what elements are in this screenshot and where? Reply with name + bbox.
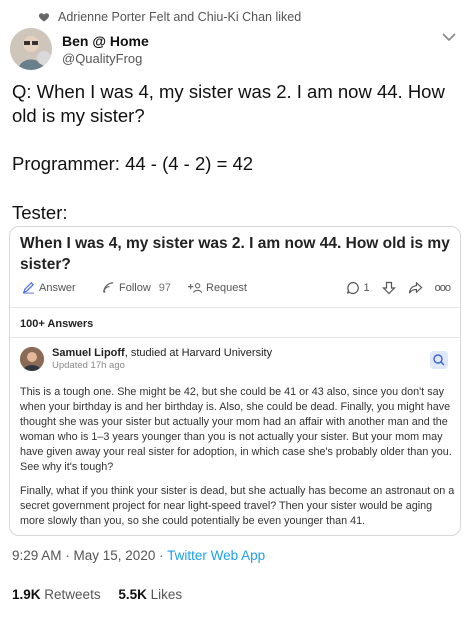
tweet-stats: 1.9K Retweets 5.5K Likes (12, 587, 182, 602)
question-actions: Answer Follow 97 Request 1 ooo (20, 281, 451, 297)
answerer-bio: , studied at Harvard University (124, 347, 273, 359)
comment-count: 1 (363, 282, 370, 294)
author-handle[interactable]: @QualityFrog (62, 51, 149, 66)
likes-stat[interactable]: 5.5K Likes (118, 587, 182, 602)
follow-label: Follow (119, 281, 151, 294)
answer-paragraph: This is a tough one. She might be 42, bu… (20, 386, 452, 473)
answer-body: This is a tough one. She might be 42, bu… (20, 385, 456, 535)
tweet-text-tester: Tester: (12, 202, 68, 223)
retweets-label: Retweets (44, 587, 101, 602)
answer-author: Samuel Lipoff, studied at Harvard Univer… (20, 347, 272, 371)
pencil-icon (22, 282, 35, 294)
likes-label: Likes (150, 587, 183, 602)
answer-label: Answer (39, 281, 76, 294)
comment-icon[interactable] (346, 281, 360, 295)
answerer-avatar[interactable] (20, 347, 44, 371)
answers-count: 100+ Answers (20, 318, 94, 330)
tweet-text-programmer: Programmer: 44 - (4 - 2) = 42 (12, 153, 254, 174)
divider (10, 337, 460, 338)
bookmark-badge-icon[interactable] (430, 351, 448, 369)
follow-icon (103, 282, 114, 293)
tweet-header: Ben @ Home @QualityFrog (10, 28, 149, 70)
divider (10, 307, 460, 308)
answer-updated: Updated 17h ago (52, 360, 125, 371)
question-title[interactable]: When I was 4, my sister was 2. I am now … (20, 233, 450, 275)
downvote-icon[interactable] (381, 281, 396, 295)
author-avatar[interactable] (10, 28, 52, 70)
author-name[interactable]: Ben @ Home (62, 33, 149, 49)
follow-button[interactable]: Follow 97 (102, 281, 171, 294)
tweet-text-question: Q: When I was 4, my sister was 2. I am n… (12, 81, 445, 126)
follow-count: 97 (158, 281, 172, 294)
tweet-timestamp: 9:29 AM · May 15, 2020 · Twitter Web App (12, 548, 265, 563)
request-label: Request (206, 281, 247, 294)
liked-by-text: Adrienne Porter Felt and Chiu-Ki Chan li… (58, 10, 302, 24)
request-icon (188, 283, 202, 293)
answer-button[interactable]: Answer (22, 281, 76, 294)
share-icon[interactable] (408, 281, 423, 295)
request-button[interactable]: Request (188, 281, 247, 294)
more-icon[interactable]: ooo (435, 282, 451, 294)
retweets-count: 1.9K (12, 587, 41, 602)
answer-paragraph: Finally, what if you think your sister i… (20, 485, 455, 527)
likes-count: 5.5K (118, 587, 147, 602)
tweet-time-date[interactable]: 9:29 AM · May 15, 2020 · (12, 548, 167, 563)
social-context: Adrienne Porter Felt and Chiu-Ki Chan li… (38, 10, 301, 24)
heart-icon (38, 13, 50, 22)
quora-screenshot-card: When I was 4, my sister was 2. I am now … (9, 226, 461, 536)
answerer-name[interactable]: Samuel Lipoff (52, 347, 125, 359)
chevron-down-icon[interactable] (442, 32, 456, 42)
retweets-stat[interactable]: 1.9K Retweets (12, 587, 101, 602)
tweet-source-link[interactable]: Twitter Web App (167, 548, 265, 563)
